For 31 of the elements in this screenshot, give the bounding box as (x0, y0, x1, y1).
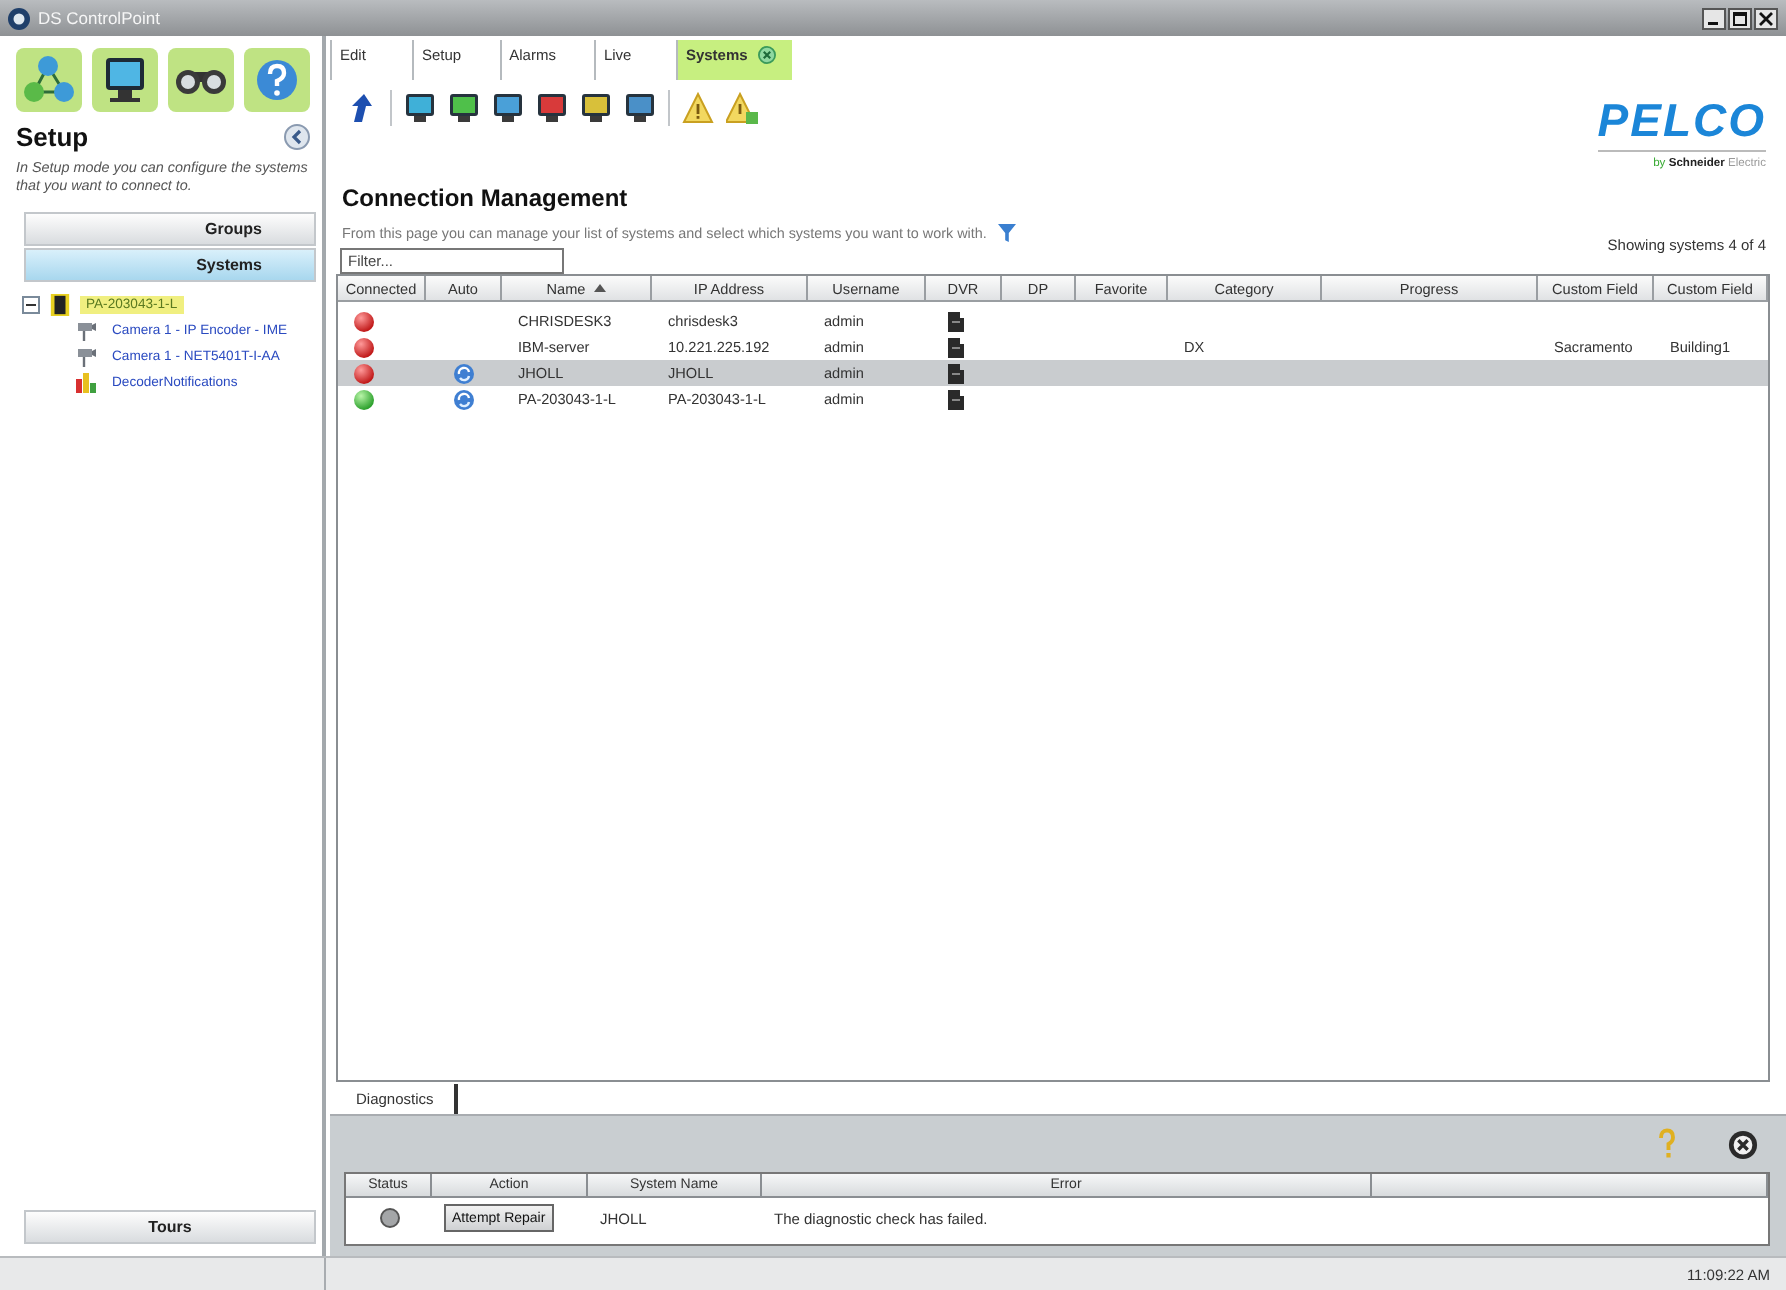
close-button[interactable] (1754, 7, 1778, 29)
bar-chart-icon (76, 371, 96, 393)
monitor-icon[interactable] (624, 92, 656, 124)
app-icon (8, 7, 30, 29)
tours-button[interactable]: Tours (24, 1210, 316, 1244)
monitor-icon[interactable] (404, 92, 436, 124)
monitor-icon[interactable] (448, 92, 480, 124)
binoculars-icon[interactable] (168, 48, 234, 112)
sort-icon (593, 284, 606, 292)
sidebar-title: Setup (16, 122, 89, 152)
warning-icon[interactable] (682, 92, 714, 124)
minimize-button[interactable] (1702, 7, 1726, 29)
help-icon[interactable] (244, 48, 310, 112)
camera-icon (76, 319, 96, 341)
maximize-button[interactable] (1728, 7, 1752, 29)
window-title: DS ControlPoint (38, 8, 160, 28)
close-icon[interactable] (1728, 1129, 1758, 1159)
close-icon (1758, 11, 1774, 25)
monitor-icon[interactable] (580, 92, 612, 124)
section-button[interactable]: Systems (24, 248, 316, 282)
monitor-icon[interactable] (536, 92, 568, 124)
maximize-icon (1732, 11, 1748, 25)
monitor-icon[interactable] (492, 92, 524, 124)
camera-icon (76, 345, 96, 367)
page-title: Connection Management (342, 184, 630, 212)
collapse-icon[interactable] (22, 295, 40, 313)
filter-icon[interactable] (998, 224, 1017, 242)
tower-icon (50, 293, 70, 315)
section-button[interactable]: Groups (24, 212, 316, 246)
collapse-icon[interactable] (284, 124, 310, 150)
monitor-icon[interactable] (92, 48, 158, 112)
